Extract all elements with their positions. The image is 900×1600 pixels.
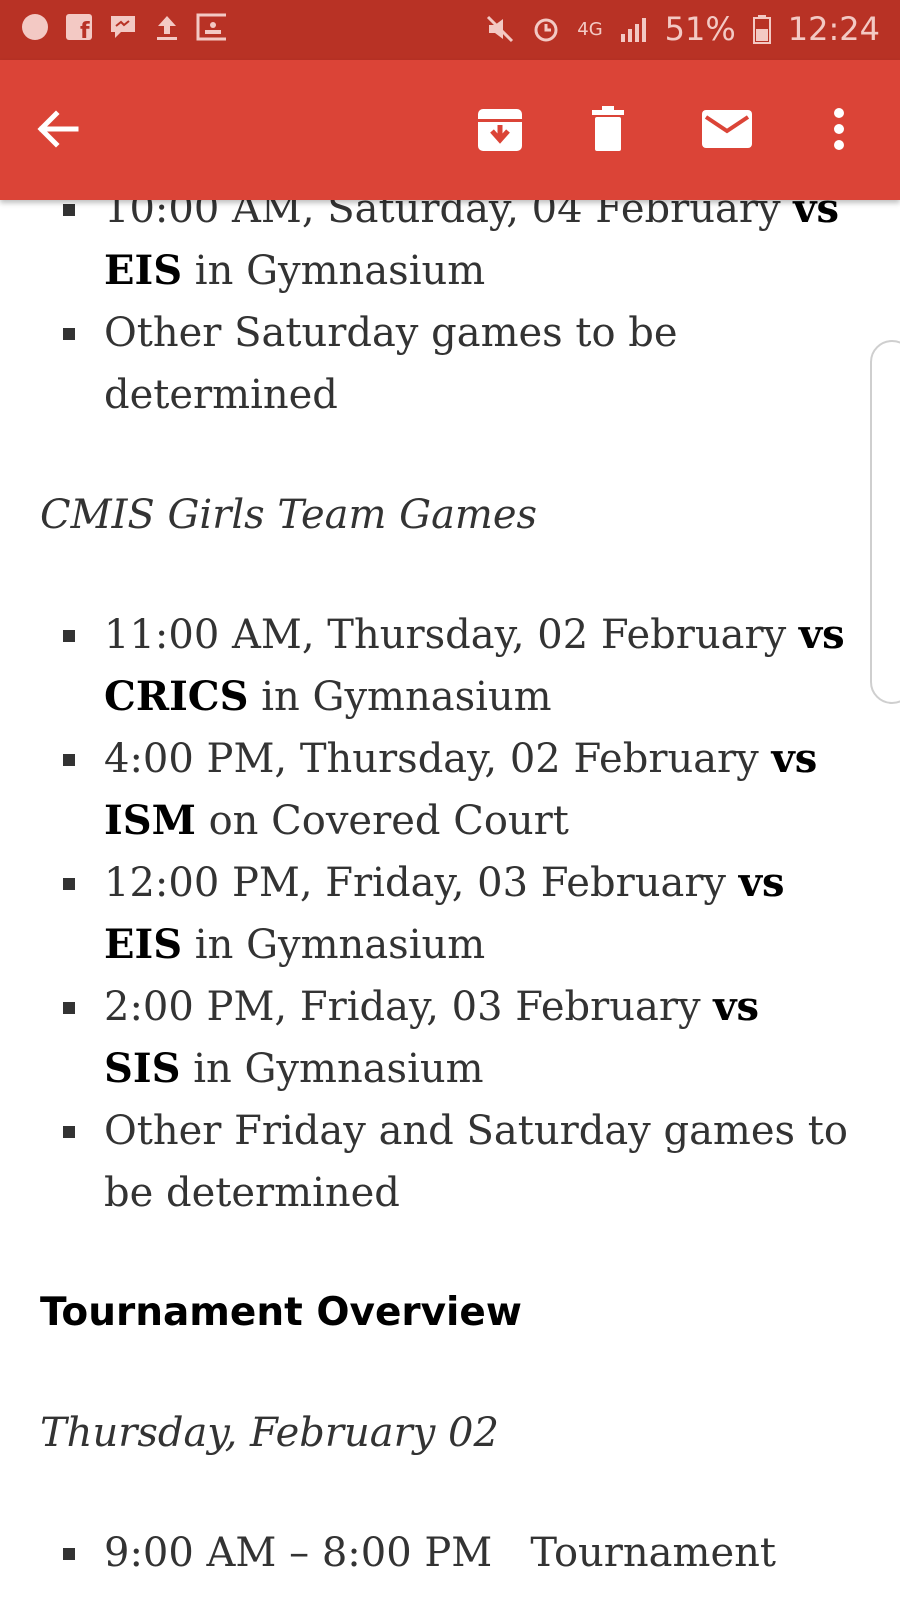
- classroom-icon: [196, 12, 226, 42]
- more-options-button[interactable]: [806, 96, 872, 162]
- list-item: 9:00 AM – 8:00 PM Tournament: [0, 1522, 900, 1584]
- email-body[interactable]: 10:00 AM, Saturday, 04 February vs EIS i…: [0, 190, 900, 1600]
- mail-icon: [702, 110, 752, 148]
- clock: 12:24: [787, 10, 880, 48]
- back-button[interactable]: [24, 96, 90, 162]
- battery-percent: 51%: [664, 10, 736, 48]
- list-item: 11:00 AM, Thursday, 02 February vs CRICS…: [0, 604, 900, 728]
- archive-button[interactable]: [467, 96, 533, 162]
- delete-button[interactable]: [575, 96, 641, 162]
- battery-icon: [752, 14, 772, 44]
- scroll-handle[interactable]: [870, 340, 900, 704]
- facebook-icon: f: [64, 12, 94, 42]
- girls-games-heading: CMIS Girls Team Games: [40, 492, 538, 538]
- girls-games-list: 11:00 AM, Thursday, 02 February vs CRICS…: [0, 604, 900, 1224]
- day-heading: Thursday, February 02: [40, 1410, 499, 1456]
- alarm-icon: [531, 14, 561, 44]
- mark-unread-button[interactable]: [694, 96, 760, 162]
- back-arrow-icon: [37, 110, 79, 148]
- list-item: 4:00 PM, Thursday, 02 February vs ISM on…: [0, 728, 900, 852]
- messenger-icon: [108, 12, 138, 42]
- list-item: Other Friday and Saturday games to be de…: [0, 1100, 900, 1224]
- tournament-overview-heading: Tournament Overview: [40, 1290, 522, 1335]
- boys-games-list: 10:00 AM, Saturday, 04 February vs EIS i…: [0, 190, 900, 426]
- list-item: Other Saturday games to be determined: [0, 302, 900, 426]
- circle-icon: [20, 12, 50, 42]
- more-vert-icon: [834, 108, 844, 150]
- status-bar: f 4G 51% 12:24: [0, 0, 900, 60]
- list-item: 2:00 PM, Friday, 03 February vs SIS in G…: [0, 976, 900, 1100]
- day-schedule-list: 9:00 AM – 8:00 PM Tournament: [0, 1522, 900, 1584]
- archive-icon: [478, 109, 522, 151]
- list-item: 12:00 PM, Friday, 03 February vs EIS in …: [0, 852, 900, 976]
- list-item: 10:00 AM, Saturday, 04 February vs EIS i…: [0, 190, 900, 302]
- upload-icon: [152, 12, 182, 42]
- app-bar: [0, 60, 900, 200]
- svg-text:f: f: [80, 19, 90, 41]
- network-type: 4G: [577, 18, 603, 40]
- mute-icon: [485, 14, 515, 44]
- delete-icon: [592, 106, 624, 151]
- signal-icon: [619, 14, 649, 44]
